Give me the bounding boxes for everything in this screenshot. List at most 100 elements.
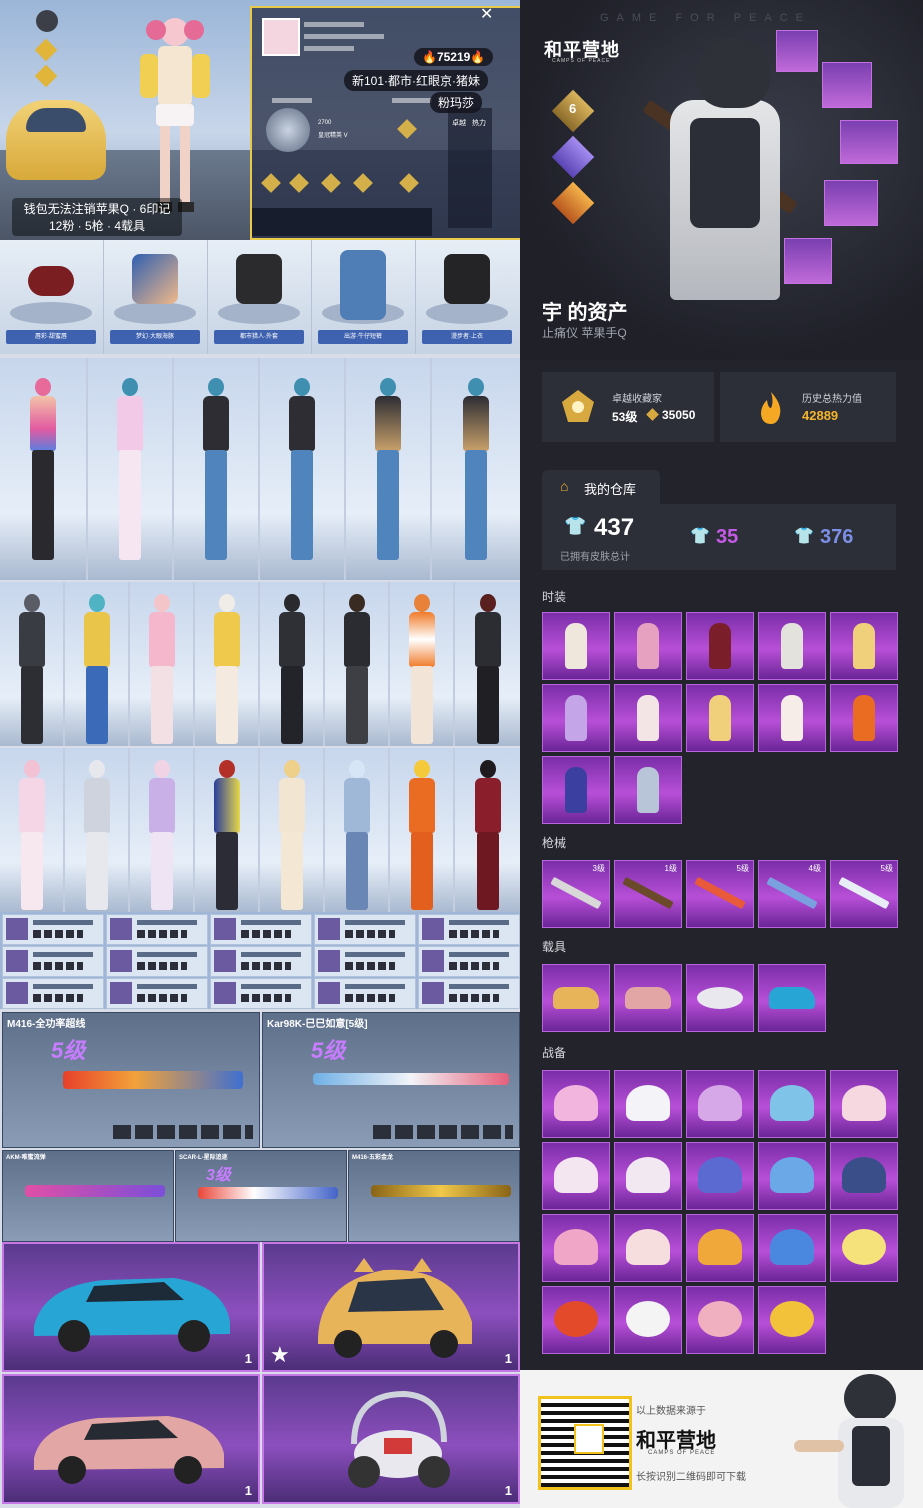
fashion-tile[interactable] <box>758 612 826 680</box>
gun-tile[interactable]: 4级 <box>758 860 826 928</box>
outfit-card[interactable] <box>455 582 520 746</box>
pet-thumb[interactable] <box>784 238 832 284</box>
item-detail-card[interactable] <box>106 914 208 945</box>
gun-panel-m416-gold[interactable]: M416-五彩金龙 <box>348 1150 520 1242</box>
item-detail-card[interactable] <box>2 978 104 1009</box>
outfit-card[interactable] <box>195 748 260 912</box>
gear-tile[interactable] <box>542 1214 610 1282</box>
warehouse-tab[interactable]: ⌂ 我的仓库 <box>542 470 660 504</box>
item-detail-card[interactable] <box>106 946 208 977</box>
outfit-card[interactable] <box>325 582 390 746</box>
item-detail-card[interactable] <box>314 914 416 945</box>
fashion-tile[interactable] <box>686 684 754 752</box>
outfit-card[interactable] <box>325 748 390 912</box>
item-detail-card[interactable] <box>2 946 104 977</box>
outfit-card[interactable] <box>390 582 455 746</box>
fashion-tile[interactable] <box>830 612 898 680</box>
outfit-card[interactable] <box>455 748 520 912</box>
menu-icon[interactable] <box>36 10 58 32</box>
gear-tile[interactable] <box>542 1142 610 1210</box>
vehicle-card[interactable]: 1 <box>262 1374 520 1504</box>
item-detail-card[interactable] <box>418 946 520 977</box>
gun-panel-kar98k[interactable]: Kar98K-巳巳如意[5级] 5级 <box>262 1012 520 1148</box>
item-detail-card[interactable] <box>314 946 416 977</box>
gear-tile[interactable] <box>542 1286 610 1354</box>
gear-tile[interactable] <box>686 1070 754 1138</box>
gun-tile[interactable]: 5级 <box>686 860 754 928</box>
gear-tile[interactable] <box>758 1142 826 1210</box>
outfit-card[interactable] <box>195 582 260 746</box>
gun-tile[interactable]: 1级 <box>614 860 682 928</box>
car-thumb[interactable] <box>822 62 872 108</box>
outfit-card[interactable] <box>0 748 65 912</box>
gear-tile[interactable] <box>758 1286 826 1354</box>
gear-tile[interactable] <box>614 1142 682 1210</box>
gear-tile[interactable] <box>830 1070 898 1138</box>
gun-panel-m416[interactable]: M416-全功率超线 5级 <box>2 1012 260 1148</box>
item-detail-card[interactable] <box>210 946 312 977</box>
outfit-card[interactable] <box>65 582 130 746</box>
fashion-tile[interactable] <box>614 684 682 752</box>
avatar[interactable] <box>262 18 300 56</box>
outfit-card[interactable] <box>174 358 260 580</box>
gear-tile[interactable] <box>614 1070 682 1138</box>
vehicle-tile[interactable] <box>686 964 754 1032</box>
fashion-tile[interactable] <box>686 612 754 680</box>
outfit-card[interactable] <box>260 582 325 746</box>
item-detail-card[interactable] <box>106 978 208 1009</box>
item-detail-card[interactable] <box>210 914 312 945</box>
outfit-card[interactable] <box>0 358 88 580</box>
item-detail-card[interactable] <box>314 978 416 1009</box>
item-detail-card[interactable] <box>210 978 312 1009</box>
gear-tile[interactable] <box>614 1214 682 1282</box>
fashion-tile[interactable] <box>542 756 610 824</box>
outfit-card[interactable] <box>260 748 325 912</box>
gun-tile[interactable]: 5级 <box>830 860 898 928</box>
vehicle-card[interactable]: ★ 1 <box>262 1242 520 1372</box>
item-card[interactable]: 出游·牛仔短裤 <box>312 240 417 354</box>
item-detail-card[interactable] <box>418 914 520 945</box>
outfit-card[interactable] <box>130 748 195 912</box>
outfit-card[interactable] <box>432 358 520 580</box>
outfit-card[interactable] <box>88 358 174 580</box>
outfit-card[interactable] <box>260 358 346 580</box>
item-card[interactable]: 都市猎人·外套 <box>208 240 313 354</box>
item-card[interactable]: 梦幻·大眼海豚 <box>104 240 209 354</box>
gear-tile[interactable] <box>830 1142 898 1210</box>
fashion-tile[interactable] <box>614 612 682 680</box>
outfit-card[interactable] <box>65 748 130 912</box>
gear-tile[interactable] <box>830 1214 898 1282</box>
gun-panel-akm[interactable]: AKM-唯蜜流弹 <box>2 1150 174 1242</box>
vehicle-card[interactable]: 1 <box>2 1374 260 1504</box>
outfit-card[interactable] <box>0 582 65 746</box>
fashion-tile[interactable] <box>542 684 610 752</box>
close-icon[interactable]: ✕ <box>480 4 493 24</box>
vehicle-tile[interactable] <box>614 964 682 1032</box>
vehicle-tile[interactable] <box>542 964 610 1032</box>
item-detail-card[interactable] <box>2 914 104 945</box>
gun-panel-scar[interactable]: SCAR-L-星际追逐 3级 <box>175 1150 347 1242</box>
fashion-tile[interactable] <box>542 612 610 680</box>
car-thumb[interactable] <box>840 120 898 164</box>
motorbike-thumb[interactable] <box>776 30 818 72</box>
fashion-tile[interactable] <box>830 684 898 752</box>
gear-tile[interactable] <box>614 1286 682 1354</box>
car-thumb[interactable] <box>824 180 878 226</box>
gear-tile[interactable] <box>686 1286 754 1354</box>
gun-tile[interactable]: 3级 <box>542 860 610 928</box>
vehicle-card[interactable]: 1 <box>2 1242 260 1372</box>
item-detail-card[interactable] <box>418 978 520 1009</box>
item-card[interactable]: 漫步者·上衣 <box>416 240 520 354</box>
outfit-card[interactable] <box>390 748 455 912</box>
gear-tile[interactable] <box>758 1214 826 1282</box>
vehicle-tile[interactable] <box>758 964 826 1032</box>
gear-tile[interactable] <box>686 1142 754 1210</box>
gear-tile[interactable] <box>758 1070 826 1138</box>
fashion-tile[interactable] <box>614 756 682 824</box>
gear-tile[interactable] <box>542 1070 610 1138</box>
item-card[interactable]: 唇彩·甜蜜唇 <box>0 240 105 354</box>
gear-tile[interactable] <box>686 1214 754 1282</box>
outfit-card[interactable] <box>130 582 195 746</box>
outfit-card[interactable] <box>346 358 432 580</box>
fashion-tile[interactable] <box>758 684 826 752</box>
